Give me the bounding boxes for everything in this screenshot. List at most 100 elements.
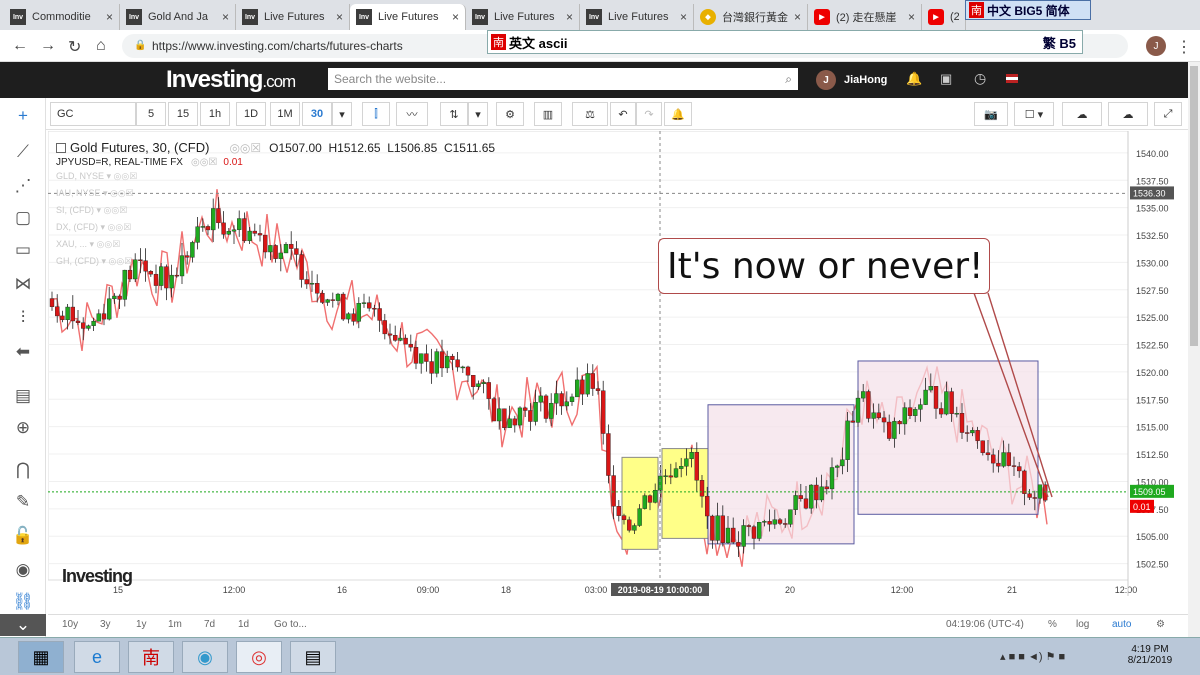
- balance-icon[interactable]: ⚖: [572, 102, 608, 126]
- prediction-icon[interactable]: ⫶: [11, 306, 35, 330]
- close-tab-icon[interactable]: ×: [908, 10, 915, 24]
- faded-series-label[interactable]: SI, (CFD) ▾ ◎◎☒: [56, 202, 495, 219]
- close-tab-icon[interactable]: ×: [336, 10, 343, 24]
- interval-1M[interactable]: 1M: [270, 102, 300, 126]
- reload-icon[interactable]: ↻: [68, 37, 81, 57]
- start-icon[interactable]: ▦: [18, 641, 64, 673]
- ime-indicator[interactable]: 南中文 BIG5 简体: [965, 0, 1091, 20]
- range-Goto[interactable]: Go to...: [274, 619, 307, 630]
- pattern-icon[interactable]: ⋈: [11, 272, 35, 296]
- ie-icon[interactable]: e: [74, 641, 120, 673]
- text-icon[interactable]: ▭: [11, 238, 35, 262]
- overlay-controls[interactable]: ◎◎☒: [191, 157, 217, 168]
- files-icon[interactable]: ▤: [290, 641, 336, 673]
- zoom-icon[interactable]: ⊕: [11, 416, 35, 440]
- briefcase-icon[interactable]: ▣: [940, 71, 952, 87]
- faded-series-label[interactable]: GH, (CFD) ▾ ◎◎☒: [56, 253, 495, 270]
- forward-icon[interactable]: →: [40, 37, 56, 55]
- faded-series-label[interactable]: IAU, NYSE ▾ ◎◎☒: [56, 185, 495, 202]
- browser-tab[interactable]: Inv Live Futures ×: [236, 4, 350, 30]
- bell-icon[interactable]: 🔔: [906, 71, 922, 87]
- cloud-upload-icon[interactable]: ☁: [1108, 102, 1148, 126]
- redo-icon[interactable]: ↷: [636, 102, 662, 126]
- alert-icon[interactable]: 🔔: [664, 102, 692, 126]
- link-icon[interactable]: ⛓: [11, 590, 35, 614]
- eye-icon[interactable]: ◉: [11, 558, 35, 582]
- compare-dropdown[interactable]: ▾: [468, 102, 488, 126]
- fullscreen-icon[interactable]: ⤢: [1154, 102, 1182, 126]
- interval-5[interactable]: 5: [136, 102, 166, 126]
- bars-icon[interactable]: ▥: [534, 102, 562, 126]
- clock-icon[interactable]: ◷: [974, 70, 986, 87]
- range-7d[interactable]: 7d: [204, 619, 215, 630]
- interval-30[interactable]: 30: [302, 102, 332, 126]
- browser-tab[interactable]: Inv Live Futures ×: [466, 4, 580, 30]
- back-icon[interactable]: ←: [12, 37, 28, 55]
- tray-icons[interactable]: ▴ ■ ■ ◄) ⚑ ■: [1000, 650, 1065, 663]
- site-logo[interactable]: Investing.com: [166, 66, 296, 94]
- auto-toggle[interactable]: auto: [1112, 619, 1131, 630]
- close-tab-icon[interactable]: ×: [106, 10, 113, 24]
- faded-series-label[interactable]: DX, (CFD) ▾ ◎◎☒: [56, 219, 495, 236]
- close-tab-icon[interactable]: ×: [680, 10, 687, 24]
- annotation-callout[interactable]: It's now or never!: [658, 238, 990, 294]
- interval-1h[interactable]: 1h: [200, 102, 230, 126]
- bottom-settings-icon[interactable]: ⚙: [1156, 619, 1165, 630]
- user-avatar[interactable]: J: [1146, 36, 1166, 56]
- browser-tab[interactable]: Inv Commoditie ×: [4, 4, 120, 30]
- measure-icon[interactable]: ▤: [11, 384, 35, 408]
- scrollbar[interactable]: [1188, 62, 1200, 637]
- browser-tab[interactable]: Inv Live Futures ×: [580, 4, 694, 30]
- browser-tab[interactable]: ▶ (2) 走在懸崖 ×: [808, 4, 922, 30]
- close-tab-icon[interactable]: ×: [566, 10, 573, 24]
- interval-dropdown[interactable]: ▾: [332, 102, 352, 126]
- ime-input-bar[interactable]: 南英文 ascii 繁 B5: [487, 30, 1083, 54]
- cloud-download-icon[interactable]: ☁: [1062, 102, 1102, 126]
- browser2-icon[interactable]: ◉: [182, 641, 228, 673]
- color-picker[interactable]: ☐ ▾: [1014, 102, 1054, 126]
- close-tab-icon[interactable]: ×: [794, 10, 801, 24]
- user-menu[interactable]: J JiaHong: [816, 70, 887, 90]
- candles-icon[interactable]: ⫿: [362, 102, 390, 126]
- camera-icon[interactable]: 📷: [974, 102, 1008, 126]
- fib-icon[interactable]: ⋰: [11, 174, 35, 198]
- close-tab-icon[interactable]: ×: [222, 10, 229, 24]
- browser-tab[interactable]: ▶ (2): [922, 4, 966, 30]
- faded-series-label[interactable]: GLD, NYSE ▾ ◎◎☒: [56, 168, 495, 185]
- legend-toggle[interactable]: [56, 142, 66, 153]
- legend-controls[interactable]: ◎◎☒: [229, 141, 261, 155]
- browser-tab[interactable]: Inv Live Futures ×: [350, 4, 466, 30]
- percent-toggle[interactable]: %: [1048, 619, 1057, 630]
- menu-icon[interactable]: ⋮: [1176, 37, 1192, 57]
- rectangle-icon[interactable]: ▢: [11, 206, 35, 230]
- crosshair-icon[interactable]: +: [11, 104, 35, 128]
- log-toggle[interactable]: log: [1076, 619, 1089, 630]
- browser-tab[interactable]: Inv Gold And Ja ×: [120, 4, 236, 30]
- back-arrow-icon[interactable]: ⬅: [11, 340, 35, 364]
- flag-icon[interactable]: [1006, 74, 1018, 83]
- range-3y[interactable]: 3y: [100, 619, 111, 630]
- indicators-icon[interactable]: 〰: [396, 102, 428, 126]
- trendline-icon[interactable]: ⟋: [11, 140, 35, 164]
- search-input[interactable]: Search the website... ⌕: [328, 68, 798, 90]
- magnet-icon[interactable]: ⋂: [11, 458, 35, 482]
- range-10y[interactable]: 10y: [62, 619, 78, 630]
- faded-series-label[interactable]: XAU, ... ▾ ◎◎☒: [56, 236, 495, 253]
- collapse-icon[interactable]: ⌄: [0, 614, 46, 636]
- range-1y[interactable]: 1y: [136, 619, 147, 630]
- browser-tab[interactable]: ◆ 台灣銀行黃金 ×: [694, 4, 808, 30]
- lock-icon[interactable]: 🔓: [11, 524, 35, 548]
- interval-1D[interactable]: 1D: [236, 102, 266, 126]
- undo-icon[interactable]: ↶: [610, 102, 636, 126]
- compare-icon[interactable]: ⇅: [440, 102, 468, 126]
- home-icon[interactable]: ⌂: [96, 37, 106, 55]
- range-1m[interactable]: 1m: [168, 619, 182, 630]
- interval-15[interactable]: 15: [168, 102, 198, 126]
- close-tab-icon[interactable]: ×: [452, 10, 459, 24]
- nan-app-icon[interactable]: 南: [128, 641, 174, 673]
- chrome-icon[interactable]: ◎: [236, 641, 282, 673]
- pencil-lock-icon[interactable]: ✎: [11, 490, 35, 514]
- range-1d[interactable]: 1d: [238, 619, 249, 630]
- symbol-input[interactable]: GC: [50, 102, 136, 126]
- settings-gear-icon[interactable]: ⚙: [496, 102, 524, 126]
